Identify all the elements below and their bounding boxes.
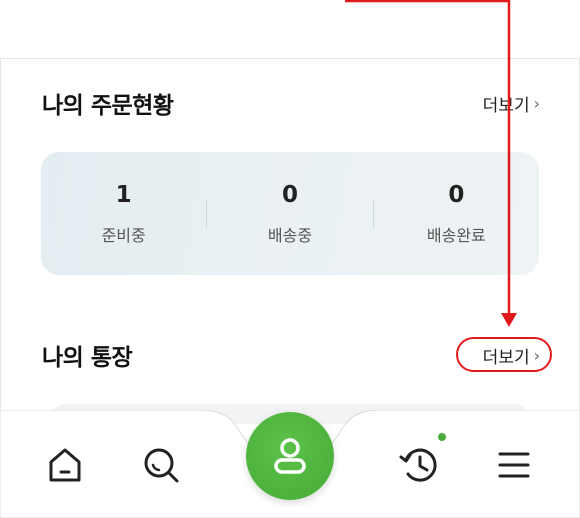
order-label: 배송중 <box>267 225 313 245</box>
order-status-shipping[interactable]: 0 배송중 <box>207 182 372 246</box>
order-count: 0 <box>448 181 465 208</box>
orders-more-label: 더보기 <box>482 96 530 116</box>
tab-history[interactable] <box>394 440 444 490</box>
chevron-right-icon: › <box>533 94 540 113</box>
orders-title: 나의 주문현황 <box>42 93 174 119</box>
order-label: 배송완료 <box>426 225 486 245</box>
tab-search[interactable] <box>136 440 186 490</box>
menu-icon <box>498 452 530 478</box>
tab-menu[interactable] <box>489 440 539 490</box>
annotation-highlight-ring <box>456 337 552 372</box>
history-badge-dot <box>438 433 446 441</box>
top-strip <box>0 0 580 58</box>
order-count: 0 <box>281 181 298 208</box>
order-label: 준비중 <box>101 225 146 245</box>
account-title: 나의 통장 <box>42 345 133 371</box>
tab-my-page[interactable] <box>246 412 334 500</box>
home-icon <box>49 448 81 482</box>
order-count: 1 <box>115 181 132 208</box>
search-icon <box>144 448 179 483</box>
history-icon <box>399 448 437 482</box>
order-status-preparing[interactable]: 1 준비중 <box>41 182 206 246</box>
order-status-delivered[interactable]: 0 배송완료 <box>374 182 539 246</box>
user-icon <box>274 438 306 474</box>
tab-home[interactable] <box>40 440 90 490</box>
order-status-card: 1 준비중 0 배송중 0 배송완료 <box>41 152 539 275</box>
orders-more-link[interactable]: 더보기 › <box>483 91 540 116</box>
